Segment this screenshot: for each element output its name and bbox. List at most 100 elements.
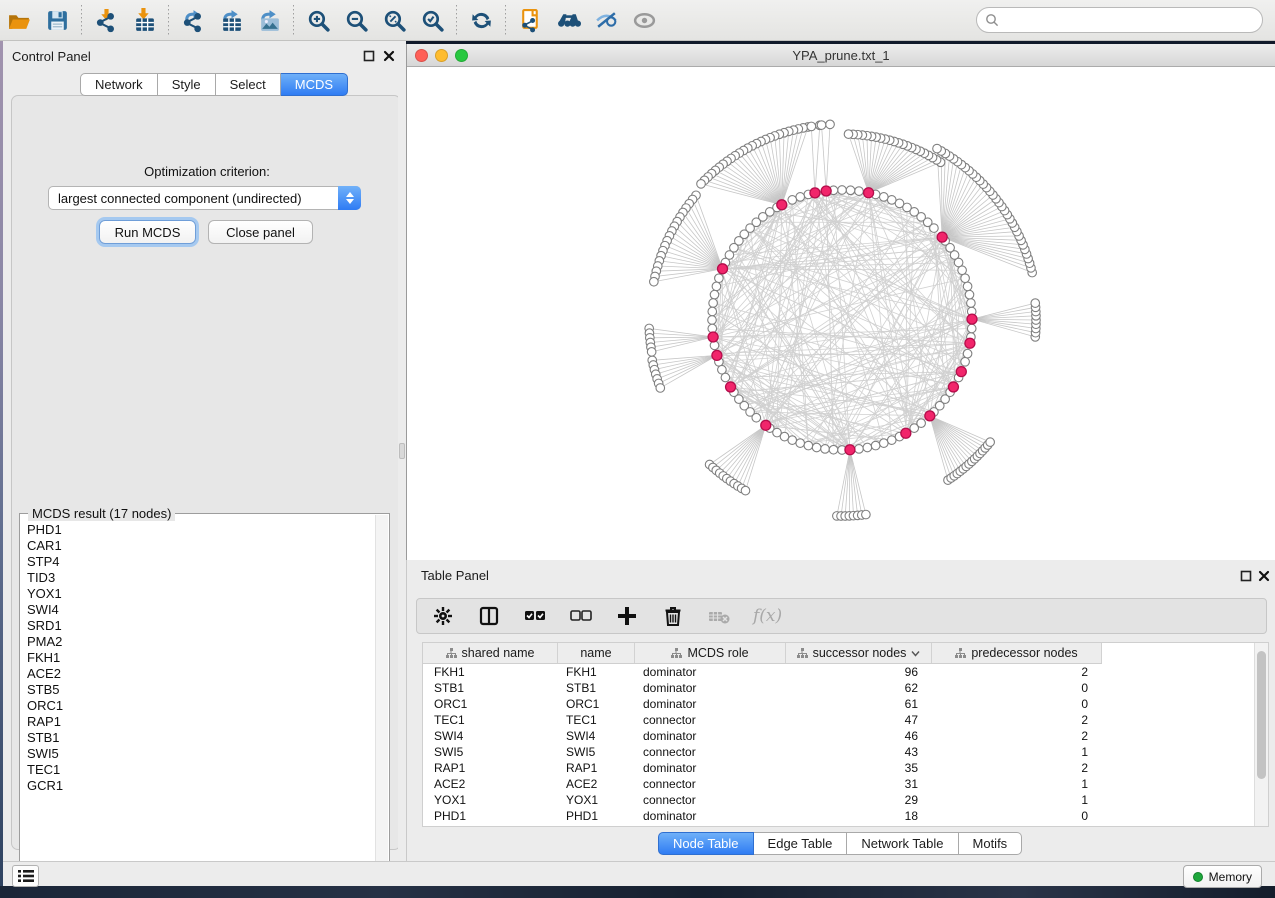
close-panel-icon[interactable] <box>383 50 395 62</box>
table-row[interactable]: TEC1TEC1connector472 <box>423 712 1254 728</box>
table-scrollbar[interactable] <box>1254 643 1268 826</box>
hide-graphics-button[interactable] <box>587 3 625 37</box>
mcds-result-item[interactable]: SWI4 <box>27 602 376 618</box>
mcds-result-item[interactable]: PMA2 <box>27 634 376 650</box>
mcds-result-item[interactable]: SWI5 <box>27 746 376 762</box>
mcds-result-item[interactable]: STP4 <box>27 554 376 570</box>
optimization-criterion-select[interactable]: largest connected component (undirected) <box>48 186 361 210</box>
clone-network-button[interactable] <box>511 3 549 37</box>
delete-column-button[interactable] <box>661 604 685 628</box>
save-session-button[interactable] <box>38 3 76 37</box>
float-panel-icon[interactable] <box>363 50 375 62</box>
import-network-button[interactable] <box>87 3 125 37</box>
network-graph[interactable] <box>407 67 1275 560</box>
table-row[interactable]: SWI4SWI4dominator462 <box>423 728 1254 744</box>
mcds-result-item[interactable]: CAR1 <box>27 538 376 554</box>
tab-mcds[interactable]: MCDS <box>281 73 348 96</box>
tab-motifs[interactable]: Motifs <box>959 832 1023 855</box>
mcds-result-item[interactable]: STB5 <box>27 682 376 698</box>
zoom-fit-button[interactable] <box>375 3 413 37</box>
cell-predecessor-nodes: 2 <box>932 728 1102 744</box>
mcds-result-list[interactable]: PHD1CAR1STP4TID3YOX1SWI4SRD1PMA2FKH1ACE2… <box>21 522 376 878</box>
cell-MCDS-role: dominator <box>635 680 786 696</box>
cell-name: ACE2 <box>558 776 635 792</box>
mcds-result-item[interactable]: ACE2 <box>27 666 376 682</box>
table-row[interactable]: ORC1ORC1dominator610 <box>423 696 1254 712</box>
column-header-name[interactable]: name <box>558 643 635 663</box>
cell-MCDS-role: connector <box>635 792 786 808</box>
float-table-panel-icon[interactable] <box>1240 570 1252 582</box>
settings-button[interactable] <box>431 604 455 628</box>
mcds-result-item[interactable]: RAP1 <box>27 714 376 730</box>
tab-style[interactable]: Style <box>158 73 216 96</box>
tab-node-table[interactable]: Node Table <box>658 832 754 855</box>
mcds-result-item[interactable]: STB1 <box>27 730 376 746</box>
search-network-button[interactable] <box>549 3 587 37</box>
panel-splitter[interactable] <box>398 41 406 861</box>
table-row[interactable]: STB1STB1dominator620 <box>423 680 1254 696</box>
zoom-out-button[interactable] <box>337 3 375 37</box>
mcds-result-item[interactable]: TID3 <box>27 570 376 586</box>
column-tree-icon <box>446 648 457 659</box>
show-graphics-button[interactable] <box>625 3 663 37</box>
export-network-button[interactable] <box>174 3 212 37</box>
cell-MCDS-role: dominator <box>635 728 786 744</box>
cell-shared-name: ACE2 <box>423 776 558 792</box>
cell-MCDS-role: dominator <box>635 808 786 824</box>
column-header-successor-nodes[interactable]: successor nodes <box>786 643 932 663</box>
close-table-panel-icon[interactable] <box>1258 570 1270 582</box>
tab-select[interactable]: Select <box>216 73 281 96</box>
cell-MCDS-role: connector <box>635 744 786 760</box>
select-stepper-icon <box>338 186 361 210</box>
table-row[interactable]: YOX1YOX1connector291 <box>423 792 1254 808</box>
column-header-MCDS-role[interactable]: MCDS role <box>635 643 786 663</box>
open-file-button[interactable] <box>0 3 38 37</box>
table-row[interactable]: FKH1FKH1dominator962 <box>423 664 1254 680</box>
refresh-button[interactable] <box>462 3 500 37</box>
window-minimize-button[interactable] <box>435 49 448 62</box>
mcds-list-scrollbar[interactable] <box>375 515 388 885</box>
tab-network-table[interactable]: Network Table <box>847 832 958 855</box>
window-close-button[interactable] <box>415 49 428 62</box>
zoom-selected-button[interactable] <box>413 3 451 37</box>
table-row[interactable]: SWI5SWI5connector431 <box>423 744 1254 760</box>
zoom-fit-icon <box>382 8 407 33</box>
export-table-button[interactable] <box>212 3 250 37</box>
import-table-button[interactable] <box>125 3 163 37</box>
table-row[interactable]: PHD1PHD1dominator180 <box>423 808 1254 824</box>
table-scrollbar-thumb[interactable] <box>1257 651 1266 779</box>
mcds-result-item[interactable]: SRD1 <box>27 618 376 634</box>
add-column-button[interactable] <box>615 604 639 628</box>
show-panels-button[interactable] <box>12 865 39 887</box>
split-panel-button[interactable] <box>477 604 501 628</box>
window-zoom-button[interactable] <box>455 49 468 62</box>
settings-icon <box>431 604 455 628</box>
zoom-in-button[interactable] <box>299 3 337 37</box>
mcds-result-item[interactable]: PHD1 <box>27 522 376 538</box>
search-input[interactable] <box>1004 13 1262 28</box>
network-window-titlebar[interactable]: YPA_prune.txt_1 <box>407 44 1275 67</box>
select-all-button[interactable] <box>523 604 547 628</box>
column-header-predecessor-nodes[interactable]: predecessor nodes <box>932 643 1102 663</box>
run-mcds-button[interactable]: Run MCDS <box>99 220 196 244</box>
memory-button[interactable]: Memory <box>1183 865 1262 888</box>
mcds-result-item[interactable]: FKH1 <box>27 650 376 666</box>
tab-edge-table[interactable]: Edge Table <box>754 832 848 855</box>
mcds-result-item[interactable]: ORC1 <box>27 698 376 714</box>
cell-successor-nodes: 96 <box>786 664 932 680</box>
network-canvas[interactable] <box>407 67 1275 560</box>
status-bar: Memory <box>3 861 1275 886</box>
close-panel-button[interactable]: Close panel <box>208 220 313 244</box>
tab-network[interactable]: Network <box>80 73 158 96</box>
table-row[interactable]: ACE2ACE2connector311 <box>423 776 1254 792</box>
splitter-grip[interactable] <box>399 443 405 459</box>
mcds-result-item[interactable]: GCR1 <box>27 778 376 794</box>
deselect-all-button[interactable] <box>569 604 593 628</box>
search-box[interactable] <box>976 7 1263 33</box>
export-image-button[interactable] <box>250 3 288 37</box>
mcds-result-item[interactable]: YOX1 <box>27 586 376 602</box>
table-row[interactable]: RAP1RAP1dominator352 <box>423 760 1254 776</box>
table-rows: FKH1FKH1dominator962STB1STB1dominator620… <box>423 664 1254 824</box>
mcds-result-item[interactable]: TEC1 <box>27 762 376 778</box>
column-header-shared-name[interactable]: shared name <box>423 643 558 663</box>
